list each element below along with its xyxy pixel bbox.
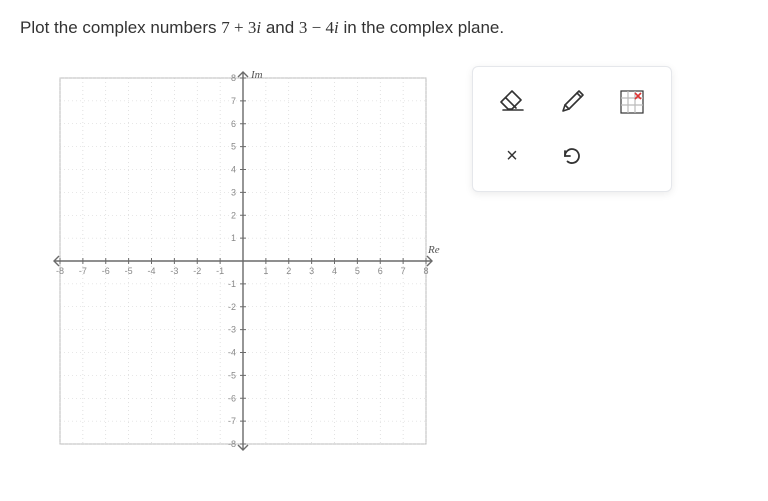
- prompt-text-pre: Plot the complex numbers: [20, 18, 221, 37]
- complex-plane-svg[interactable]: -8 -7 -6 -5 -4 -3 -2 -1 1 2 3 4 5 6 7 8 -8 -7 -6 -5 -4 -3 -2 -1…: [48, 66, 438, 456]
- x-tick-label: 2: [286, 266, 291, 276]
- y-tick-label: 2: [231, 210, 236, 220]
- close-icon: ×: [506, 146, 518, 166]
- y-tick-label: -1: [228, 279, 236, 289]
- x-axis-label: Re: [427, 244, 440, 256]
- x-tick-label: 5: [355, 266, 360, 276]
- complex-plane[interactable]: -8 -7 -6 -5 -4 -3 -2 -1 1 2 3 4 5 6 7 8 -8 -7 -6 -5 -4 -3 -2 -1…: [48, 66, 438, 456]
- x-tick-label: 3: [309, 266, 314, 276]
- x-tick-label: -3: [170, 266, 178, 276]
- close-button[interactable]: ×: [485, 131, 539, 181]
- x-tick-label: 6: [378, 266, 383, 276]
- y-tick-label: -4: [228, 348, 236, 358]
- y-tick-label: -3: [228, 325, 236, 335]
- undo-icon: [560, 144, 584, 168]
- y-tick-label: 7: [231, 96, 236, 106]
- x-tick-label: 4: [332, 266, 337, 276]
- y-tick-label: -8: [228, 439, 236, 449]
- pencil-tool[interactable]: [545, 77, 599, 127]
- x-tick-label: -8: [56, 266, 64, 276]
- x-tick-label: -2: [193, 266, 201, 276]
- eraser-icon: [497, 87, 527, 117]
- x-tick-label: -1: [216, 266, 224, 276]
- x-tick-label: -6: [102, 266, 110, 276]
- y-tick-label: 3: [231, 187, 236, 197]
- expr-2: 3 − 4: [299, 18, 334, 37]
- x-tick-label: -5: [125, 266, 133, 276]
- expr-1: 7 + 3: [221, 18, 256, 37]
- prompt-text-post: in the complex plane.: [339, 18, 504, 37]
- undo-button[interactable]: [545, 131, 599, 181]
- draw-toolbar: ×: [472, 66, 672, 192]
- point-icon: [617, 87, 647, 117]
- x-tick-label: -4: [147, 266, 155, 276]
- y-tick-label: 8: [231, 73, 236, 83]
- y-axis-label: Im: [250, 69, 263, 81]
- y-tick-label: 5: [231, 142, 236, 152]
- x-tick-label: 7: [401, 266, 406, 276]
- y-tick-label: 1: [231, 233, 236, 243]
- question-prompt: Plot the complex numbers 7 + 3i and 3 − …: [20, 18, 748, 38]
- y-tick-label: 4: [231, 165, 236, 175]
- x-tick-label: 8: [423, 266, 428, 276]
- point-tool[interactable]: [605, 77, 659, 127]
- y-tick-label: -7: [228, 416, 236, 426]
- y-tick-label: -2: [228, 302, 236, 312]
- eraser-tool[interactable]: [485, 77, 539, 127]
- x-tick-label: 1: [263, 266, 268, 276]
- prompt-text-mid: and: [261, 18, 299, 37]
- y-tick-label: -5: [228, 370, 236, 380]
- pencil-icon: [557, 87, 587, 117]
- y-tick-label: 6: [231, 119, 236, 129]
- y-tick-label: -6: [228, 393, 236, 403]
- x-tick-label: -7: [79, 266, 87, 276]
